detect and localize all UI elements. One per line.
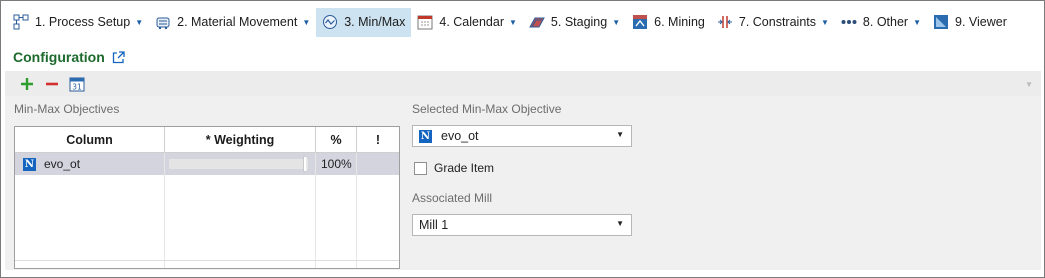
tab-label: 6. Mining [654, 15, 705, 29]
minus-icon[interactable] [44, 76, 60, 92]
calendar-31-icon[interactable]: 31 [69, 76, 85, 92]
tab-label: 7. Constraints [738, 15, 816, 29]
chevron-down-icon: ▼ [135, 17, 144, 27]
col-header-flag[interactable]: ! [357, 127, 399, 152]
objective-select-value: evo_ot [441, 129, 479, 143]
chevron-down-icon: ▼ [612, 17, 621, 27]
minmax-icon [322, 14, 338, 30]
grade-item-checkbox[interactable] [414, 162, 427, 175]
mill-select-value: Mill 1 [419, 218, 449, 232]
tab-label: 3. Min/Max [344, 15, 406, 29]
cell-weighting[interactable] [165, 153, 316, 175]
tab-staging[interactable]: 5. Staging ▼ [523, 8, 626, 37]
col-header-percent[interactable]: % [316, 127, 357, 152]
calendar-day-text: 31 [72, 82, 82, 91]
content-panel: Min-Max Objectives Column * Weighting % … [5, 96, 1041, 270]
tab-label: 8. Other [862, 15, 909, 29]
tab-constraints[interactable]: 7. Constraints ▼ [711, 8, 835, 37]
chevron-down-icon: ▼ [821, 17, 829, 27]
tab-viewer[interactable]: 9. Viewer [927, 8, 1013, 37]
tab-calendar[interactable]: 4. Calendar ▼ [411, 8, 523, 37]
grid-footer-line [15, 260, 399, 261]
calendar-icon [417, 14, 433, 30]
cell-flag [357, 153, 399, 175]
objectives-toolbar: 31 ▼ [5, 71, 1041, 96]
constraints-icon [717, 14, 733, 30]
grid-header: Column * Weighting % ! [15, 127, 399, 153]
cell-percent: 100% [316, 153, 357, 175]
selected-objective-label: Selected Min-Max Objective [412, 102, 562, 116]
configuration-title: Configuration [13, 49, 125, 65]
objectives-section-label: Min-Max Objectives [14, 102, 120, 116]
chevron-down-icon: ▼ [302, 17, 311, 27]
cell-column-name: evo_ot [44, 157, 81, 171]
table-row[interactable]: N evo_ot 100% [15, 153, 399, 175]
numeric-badge-icon: N [23, 157, 36, 171]
weighting-slider-thumb[interactable] [303, 156, 307, 172]
process-setup-icon [13, 14, 29, 30]
tab-material-movement[interactable]: 2. Material Movement ▼ [149, 8, 316, 37]
tab-process-setup[interactable]: 1. Process Setup ▼ [7, 8, 149, 37]
weighting-slider[interactable] [169, 156, 308, 172]
grade-item-label: Grade Item [434, 161, 495, 175]
chevron-down-icon: ▼ [509, 17, 517, 27]
mining-icon [632, 14, 648, 30]
collapse-handle-icon[interactable]: ▼ [1025, 80, 1033, 89]
tab-label: 5. Staging [550, 15, 608, 29]
col-header-column[interactable]: Column [15, 127, 165, 152]
more-dots-icon [841, 14, 857, 30]
viewer-icon [933, 14, 949, 30]
tab-other[interactable]: 8. Other ▼ [835, 8, 927, 37]
dropdown-arrow-icon: ▼ [616, 219, 624, 228]
material-movement-icon [155, 14, 171, 30]
tab-label: 2. Material Movement [177, 15, 298, 29]
ribbon-tab-bar: 1. Process Setup ▼ 2. Material Movement … [2, 2, 1043, 42]
objectives-grid: Column * Weighting % ! N evo_ot 100% [14, 126, 400, 269]
app-window: 1. Process Setup ▼ 2. Material Movement … [0, 0, 1045, 278]
staging-icon [529, 14, 545, 30]
associated-mill-label: Associated Mill [412, 191, 493, 205]
tab-label: 9. Viewer [955, 15, 1007, 29]
external-link-icon[interactable] [112, 50, 125, 64]
objective-select[interactable]: N evo_ot ▼ [412, 125, 632, 147]
col-header-weighting[interactable]: * Weighting [165, 127, 316, 152]
numeric-badge-icon: N [419, 129, 432, 143]
chevron-down-icon: ▼ [913, 17, 922, 27]
tab-label: 1. Process Setup [35, 15, 131, 29]
configuration-title-text: Configuration [13, 49, 105, 65]
dropdown-arrow-icon: ▼ [616, 130, 624, 139]
tab-label: 4. Calendar [439, 15, 504, 29]
tab-min-max[interactable]: 3. Min/Max [316, 7, 412, 37]
tab-mining[interactable]: 6. Mining [626, 8, 711, 37]
mill-select[interactable]: Mill 1 ▼ [412, 214, 632, 236]
plus-icon[interactable] [19, 76, 35, 92]
grid-column-lines [15, 175, 399, 268]
cell-column[interactable]: N evo_ot [15, 153, 165, 175]
